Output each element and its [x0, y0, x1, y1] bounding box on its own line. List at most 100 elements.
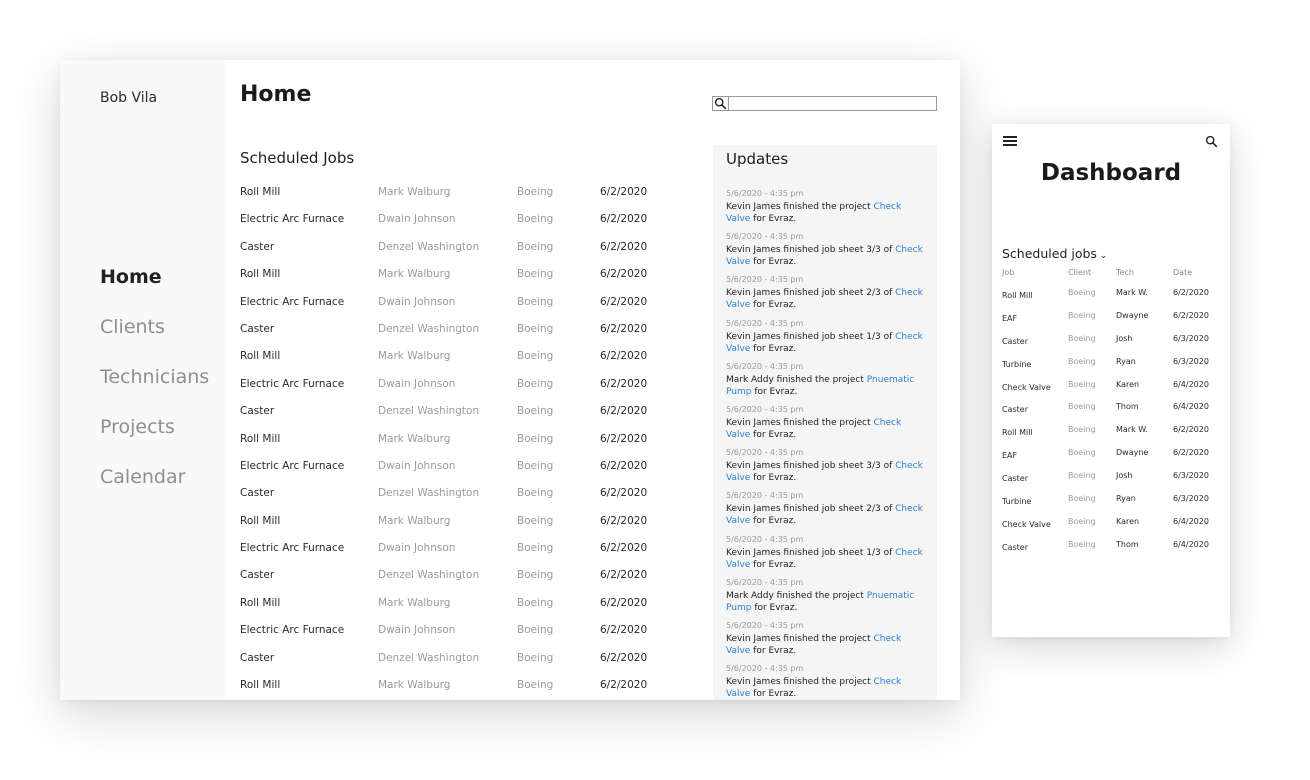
- job-date: 6/2/2020: [600, 624, 648, 637]
- job-date: 6/2/2020: [600, 268, 648, 281]
- technician-name: Thom: [1116, 539, 1139, 549]
- job-name: EAF: [1002, 451, 1018, 461]
- technician-name: Dwain Johnson: [378, 295, 456, 308]
- column-header-client: Client: [1068, 268, 1092, 277]
- search-icon[interactable]: [1205, 135, 1218, 148]
- table-row[interactable]: Caster Denzel Washington Boeing 6/2/2020: [240, 483, 720, 510]
- update-text: Kevin James finished the project Check V…: [726, 633, 926, 657]
- technician-name: Denzel Washington: [378, 487, 480, 500]
- column-header-tech: Tech: [1116, 268, 1134, 277]
- update-timestamp: 5/6/2020 - 4:35 pm: [726, 361, 804, 371]
- mobile-table-header: Job Client Tech Date: [1002, 268, 1230, 280]
- sidebar-item-clients[interactable]: Clients: [100, 316, 209, 366]
- search-input[interactable]: [728, 97, 936, 110]
- table-row[interactable]: Check Valve Boeing Karen 6/4/2020: [1002, 380, 1230, 403]
- update-item: 5/6/2020 - 4:35 pm Mark Addy finished the…: [726, 577, 926, 620]
- technician-name: Dwain Johnson: [378, 377, 456, 390]
- client-name: Boeing: [517, 213, 554, 226]
- table-row[interactable]: Roll Mill Mark Walburg Boeing 6/2/2020: [240, 346, 720, 373]
- table-row[interactable]: Roll Mill Boeing Mark W. 6/2/2020: [1002, 425, 1230, 448]
- sidebar-item-calendar[interactable]: Calendar: [100, 466, 209, 516]
- table-row[interactable]: Turbine Boeing Ryan 6/3/2020: [1002, 494, 1230, 517]
- desktop-app-window: Bob Vila Home Clients Technicians Projec…: [60, 60, 960, 700]
- table-row[interactable]: Caster Denzel Washington Boeing 6/2/2020: [240, 648, 720, 675]
- sidebar-item-home[interactable]: Home: [100, 266, 209, 316]
- table-row[interactable]: EAF Boeing Dwayne 6/2/2020: [1002, 311, 1230, 334]
- technician-name: Mark Walburg: [378, 596, 451, 609]
- mobile-dashboard: Dashboard Scheduled jobs ⌄ Job Client Tec…: [992, 124, 1230, 637]
- table-row[interactable]: Electric Arc Furnace Dwain Johnson Boeing 6…: [240, 292, 720, 319]
- update-text: Kevin James finished job sheet 1/3 of Ch…: [726, 547, 926, 571]
- update-text-after: for Evraz.: [750, 343, 797, 354]
- table-row[interactable]: Caster Denzel Washington Boeing 6/2/2020: [240, 565, 720, 592]
- sidebar-item-projects[interactable]: Projects: [100, 416, 209, 466]
- table-row[interactable]: Caster Denzel Washington Boeing 6/2/2020: [240, 401, 720, 428]
- job-date: 6/2/2020: [600, 542, 648, 555]
- client-name: Boeing: [1068, 379, 1096, 389]
- technician-name: Mark Walburg: [378, 350, 451, 363]
- table-row[interactable]: Roll Mill Mark Walburg Boeing 6/2/2020: [240, 593, 720, 620]
- scheduled-jobs-dropdown[interactable]: Scheduled jobs ⌄: [1002, 246, 1107, 261]
- technician-name: Mark Walburg: [378, 514, 451, 527]
- sidebar-item-technicians[interactable]: Technicians: [100, 366, 209, 416]
- job-name: Check Valve: [1002, 519, 1051, 529]
- client-name: Boeing: [517, 268, 554, 281]
- updates-panel: Updates 5/6/2020 - 4:35 pm Kevin James fi…: [713, 145, 937, 700]
- job-date: 6/2/2020: [600, 295, 648, 308]
- client-name: Boeing: [517, 596, 554, 609]
- table-row[interactable]: Caster Denzel Washington Boeing 6/2/2020: [240, 319, 720, 346]
- client-name: Boeing: [517, 514, 554, 527]
- page-title: Home: [240, 82, 312, 107]
- job-name: Caster: [240, 405, 275, 418]
- table-row[interactable]: Roll Mill Boeing Mark W. 6/2/2020: [1002, 288, 1230, 311]
- table-row[interactable]: Caster Boeing Josh 6/3/2020: [1002, 471, 1230, 494]
- technician-name: Dwain Johnson: [378, 459, 456, 472]
- table-row[interactable]: Roll Mill Mark Walburg Boeing 6/2/2020: [240, 182, 720, 209]
- search-icon[interactable]: [714, 97, 727, 110]
- job-date: 6/2/2020: [600, 377, 648, 390]
- job-date: 6/3/2020: [1173, 471, 1209, 481]
- technician-name: Denzel Washington: [378, 240, 480, 253]
- job-date: 6/4/2020: [1173, 539, 1209, 549]
- update-item: 5/6/2020 - 4:35 pm Kevin James finished t…: [726, 663, 926, 700]
- table-row[interactable]: Electric Arc Furnace Dwain Johnson Boeing 6…: [240, 209, 720, 236]
- technician-name: Denzel Washington: [378, 405, 480, 418]
- update-timestamp: 5/6/2020 - 4:35 pm: [726, 404, 804, 414]
- table-row[interactable]: Caster Boeing Thom 6/4/2020: [1002, 540, 1230, 563]
- technician-name: Dwain Johnson: [378, 542, 456, 555]
- table-row[interactable]: Caster Boeing Josh 6/3/2020: [1002, 334, 1230, 357]
- table-row[interactable]: Caster Boeing Thom 6/4/2020: [1002, 402, 1230, 425]
- scheduled-jobs-title: Scheduled Jobs: [240, 149, 355, 167]
- table-row[interactable]: Turbine Boeing Ryan 6/3/2020: [1002, 357, 1230, 380]
- table-row[interactable]: Roll Mill Mark Walburg Boeing 6/2/2020: [240, 511, 720, 538]
- job-date: 6/2/2020: [600, 514, 648, 527]
- job-date: 6/2/2020: [1173, 288, 1209, 297]
- client-name: Boeing: [517, 186, 554, 198]
- technician-name: Dwain Johnson: [378, 213, 456, 226]
- update-item: 5/6/2020 - 4:35 pm Kevin James finished j…: [726, 447, 926, 490]
- mobile-page-title: Dashboard: [1040, 160, 1182, 186]
- update-text: Kevin James finished job sheet 2/3 of Ch…: [726, 287, 926, 311]
- table-row[interactable]: Roll Mill Mark Walburg Boeing 6/2/2020: [240, 429, 720, 456]
- table-row[interactable]: Check Valve Boeing Karen 6/4/2020: [1002, 517, 1230, 540]
- table-row[interactable]: Electric Arc Furnace Dwain Johnson Boeing 6…: [240, 456, 720, 483]
- table-row[interactable]: Electric Arc Furnace Dwain Johnson Boeing 6…: [240, 620, 720, 647]
- technician-name: Ryan: [1116, 356, 1136, 366]
- job-name: Caster: [1002, 542, 1029, 552]
- update-text-before: Mark Addy finished the project: [726, 590, 867, 601]
- hamburger-menu-icon[interactable]: [1003, 136, 1017, 148]
- job-date: 6/2/2020: [600, 459, 648, 472]
- table-row[interactable]: Electric Arc Furnace Dwain Johnson Boeing 6…: [240, 538, 720, 565]
- table-row[interactable]: Roll Mill Mark Walburg Boeing 6/2/2020: [240, 675, 720, 700]
- job-name: Electric Arc Furnace: [240, 377, 345, 390]
- table-row[interactable]: EAF Boeing Dwayne 6/2/2020: [1002, 448, 1230, 471]
- job-date: 6/2/2020: [600, 322, 648, 335]
- client-name: Boeing: [1068, 333, 1096, 343]
- job-name: Roll Mill: [240, 679, 281, 692]
- table-row[interactable]: Roll Mill Mark Walburg Boeing 6/2/2020: [240, 264, 720, 291]
- update-timestamp: 5/6/2020 - 4:35 pm: [726, 275, 804, 285]
- table-row[interactable]: Caster Denzel Washington Boeing 6/2/2020: [240, 237, 720, 264]
- table-row[interactable]: Electric Arc Furnace Dwain Johnson Boeing 6…: [240, 374, 720, 401]
- technician-name: Thom: [1116, 402, 1139, 412]
- technician-name: Dwain Johnson: [378, 624, 456, 637]
